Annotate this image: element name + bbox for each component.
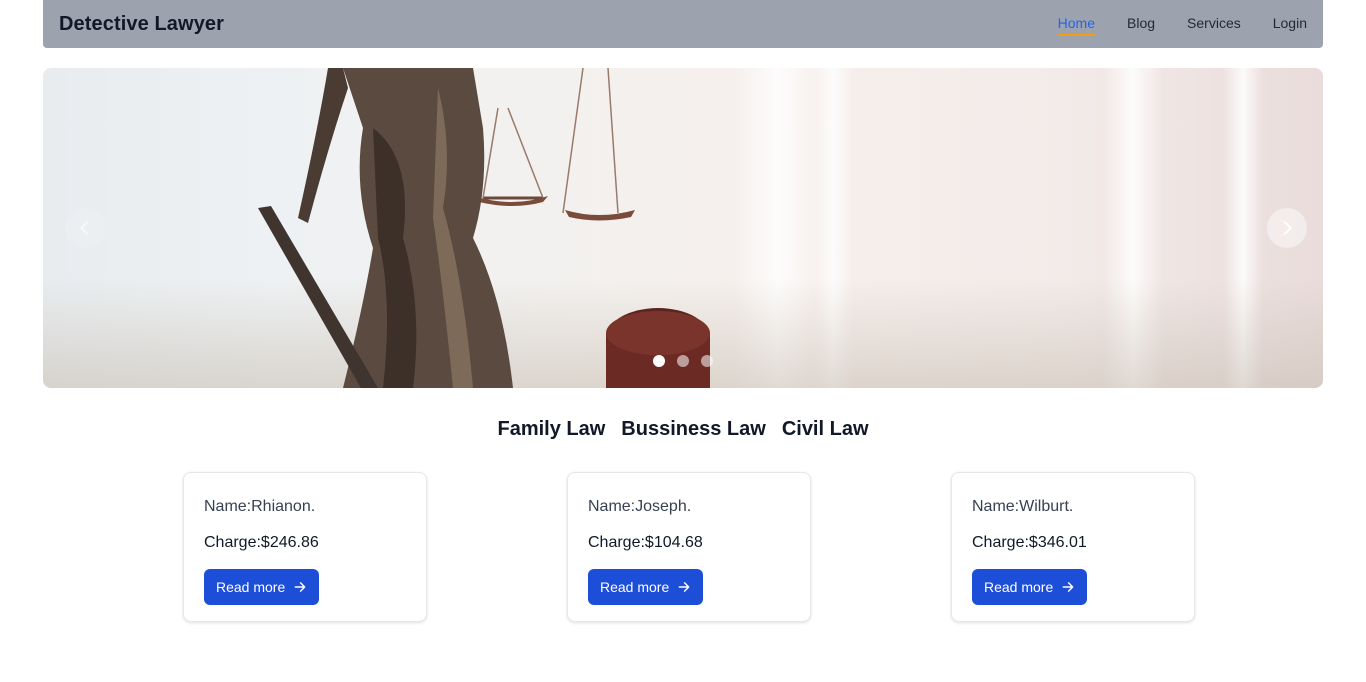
carousel-dot-1[interactable] (653, 355, 665, 367)
tab-bussiness-law[interactable]: Bussiness Law (621, 418, 766, 441)
hero-carousel (43, 68, 1323, 388)
lawyer-name: Name:Wilburt. (972, 498, 1074, 515)
read-more-label: Read more (216, 579, 286, 595)
carousel-prev-button[interactable] (65, 208, 105, 248)
tab-family-law[interactable]: Family Law (497, 418, 605, 441)
lawyer-card: Name:Joseph. Charge:$104.68 Read more (567, 472, 811, 622)
lawyer-name: Name:Joseph. (588, 498, 692, 515)
nav-link-blog[interactable]: Blog (1127, 15, 1155, 33)
nav-link-home[interactable]: Home (1057, 15, 1096, 36)
lawyer-charge: Charge:$346.01 (972, 534, 1087, 551)
read-more-label: Read more (984, 579, 1054, 595)
carousel-next-button[interactable] (1267, 208, 1307, 248)
arrow-right-icon (678, 582, 690, 592)
lawyer-name: Name:Rhianon. (204, 498, 316, 515)
lawyer-charge: Charge:$104.68 (588, 534, 703, 551)
carousel-slide-image (43, 68, 1323, 388)
chevron-right-icon (1283, 221, 1292, 235)
carousel-dot-2[interactable] (677, 355, 689, 367)
arrow-right-icon (1062, 582, 1074, 592)
lawyer-card: Name:Wilburt. Charge:$346.01 Read more (951, 472, 1195, 622)
carousel-indicators (653, 355, 725, 367)
chevron-left-icon (80, 221, 89, 235)
category-tabs: Family Law Bussiness Law Civil Law (0, 418, 1366, 441)
brand-title[interactable]: Detective Lawyer (59, 13, 224, 36)
read-more-button[interactable]: Read more (204, 569, 320, 605)
navbar: Detective Lawyer Home Blog Services Logi… (43, 0, 1323, 48)
arrow-right-icon (294, 582, 306, 592)
nav-links: Home Blog Services Login (1026, 15, 1307, 36)
read-more-label: Read more (600, 579, 670, 595)
read-more-button[interactable]: Read more (588, 569, 704, 605)
carousel-dot-3[interactable] (701, 355, 713, 367)
lawyer-cards: Name:Rhianon. Charge:$246.86 Read more N… (183, 472, 1195, 622)
read-more-button[interactable]: Read more (972, 569, 1088, 605)
nav-link-login[interactable]: Login (1273, 15, 1307, 33)
tab-civil-law[interactable]: Civil Law (782, 418, 869, 441)
lawyer-card: Name:Rhianon. Charge:$246.86 Read more (183, 472, 427, 622)
lawyer-charge: Charge:$246.86 (204, 534, 319, 551)
nav-link-services[interactable]: Services (1187, 15, 1241, 33)
